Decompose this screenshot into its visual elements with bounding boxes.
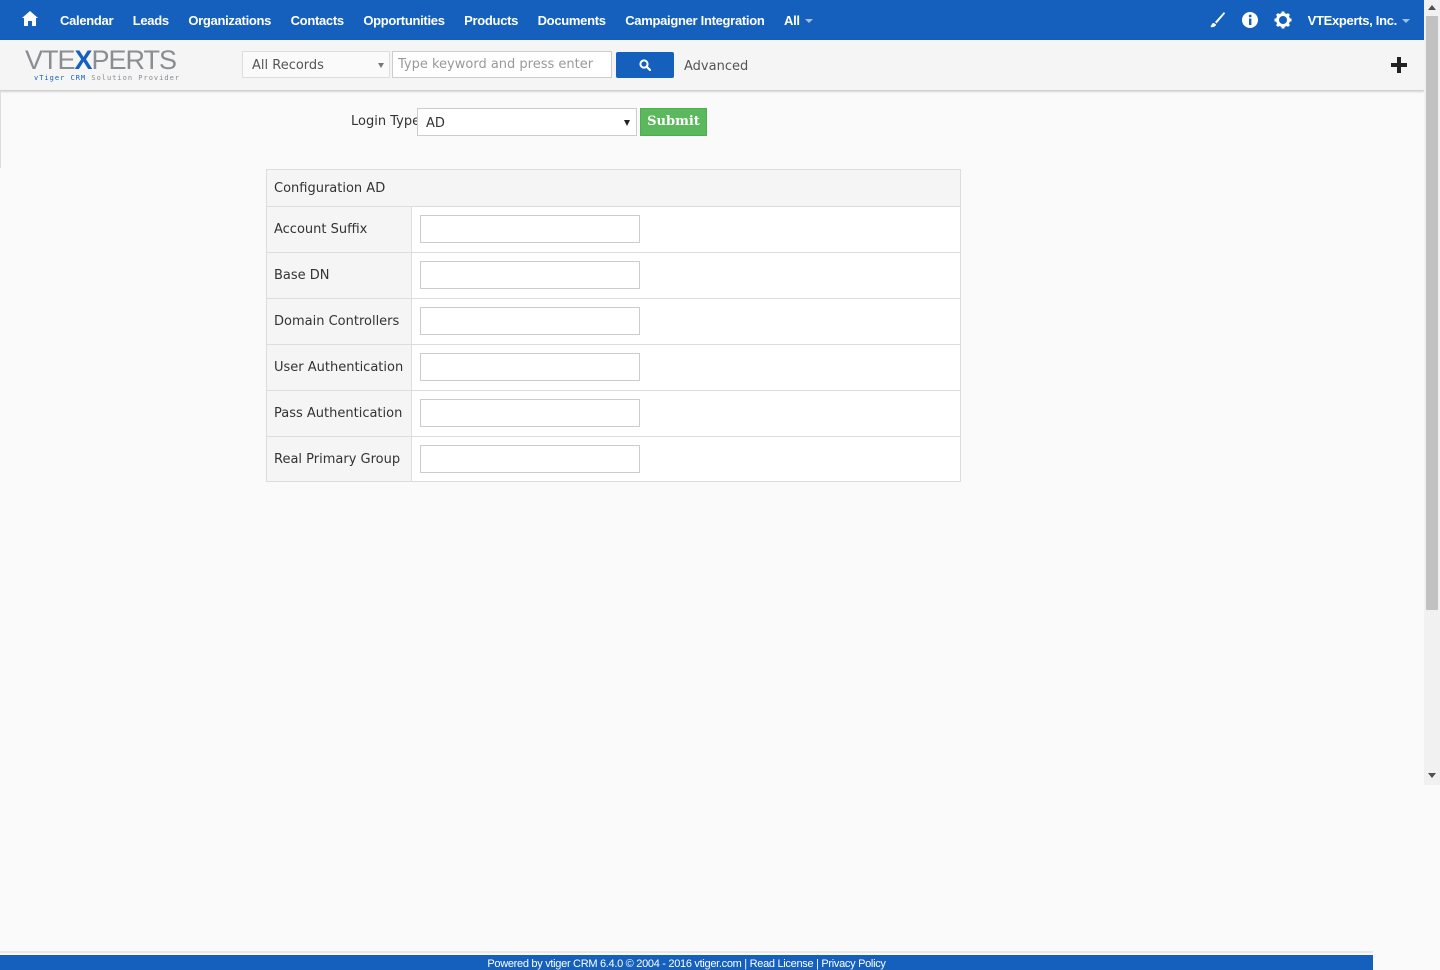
pass-authentication-input[interactable] — [420, 399, 640, 427]
nav-organizations[interactable]: Organizations — [188, 13, 271, 28]
scrollbar-thumb[interactable] — [1426, 16, 1438, 610]
account-suffix-input[interactable] — [420, 215, 640, 243]
user-authentication-input[interactable] — [420, 353, 640, 381]
header-bar: VTEXPERTS vTiger CRM Solution Provider A… — [0, 40, 1424, 91]
search-button[interactable] — [616, 52, 674, 78]
home-icon[interactable] — [20, 9, 40, 29]
table-row: Pass Authentication — [267, 391, 960, 437]
table-row: Real Primary Group — [267, 437, 960, 481]
login-type-value: AD — [426, 116, 445, 131]
user-name: VTExperts, Inc. — [1307, 12, 1398, 28]
configuration-table: Configuration AD Account Suffix Base DN … — [266, 169, 961, 482]
real-primary-group-input[interactable] — [420, 445, 640, 473]
login-type-select[interactable]: AD — [417, 108, 637, 136]
logo-tagline: vTiger CRM Solution Provider — [34, 74, 181, 82]
advanced-search-link[interactable]: Advanced — [684, 59, 748, 74]
pass-authentication-label: Pass Authentication — [267, 391, 412, 436]
table-row: Account Suffix — [267, 207, 960, 253]
table-row: Domain Controllers — [267, 299, 960, 345]
chevron-down-icon — [624, 120, 630, 126]
gear-icon[interactable] — [1274, 11, 1292, 29]
table-row: User Authentication — [267, 345, 960, 391]
scroll-up-arrow-icon[interactable] — [1428, 5, 1436, 10]
module-menu: Calendar Leads Organizations Contacts Op… — [60, 0, 832, 40]
nav-right-tools: VTExperts, Inc. — [1193, 0, 1410, 40]
search-scope-select[interactable]: All Records — [242, 51, 390, 78]
search-scope-value: All Records — [252, 58, 324, 73]
configuration-title: Configuration AD — [267, 170, 960, 207]
submit-button[interactable]: Submit — [640, 108, 707, 136]
nav-documents[interactable]: Documents — [538, 13, 606, 28]
nav-products[interactable]: Products — [464, 13, 518, 28]
footer-divider — [0, 951, 1373, 953]
domain-controllers-input[interactable] — [420, 307, 640, 335]
nav-campaigner-integration[interactable]: Campaigner Integration — [625, 13, 765, 28]
nav-opportunities[interactable]: Opportunities — [363, 13, 445, 28]
user-authentication-label: User Authentication — [267, 345, 412, 390]
brush-icon[interactable] — [1208, 11, 1226, 29]
nav-all-dropdown[interactable]: All — [784, 13, 813, 28]
search-icon — [639, 59, 651, 71]
domain-controllers-label: Domain Controllers — [267, 299, 412, 344]
user-menu[interactable]: VTExperts, Inc. — [1308, 13, 1410, 28]
sidebar-edge — [0, 91, 1, 168]
chevron-down-icon — [1402, 19, 1410, 24]
login-type-label: Login Type — [351, 114, 421, 129]
logo-wordmark: VTEXPERTS — [25, 45, 177, 75]
chevron-down-icon — [378, 63, 384, 68]
page-scrollbar[interactable] — [1424, 0, 1440, 970]
nav-all-label: All — [784, 12, 800, 28]
search-input[interactable] — [392, 51, 612, 78]
scroll-down-arrow-icon[interactable] — [1428, 773, 1436, 778]
company-logo[interactable]: VTEXPERTS vTiger CRM Solution Provider — [25, 46, 185, 86]
table-row: Base DN — [267, 253, 960, 299]
footer-text: Powered by vtiger CRM 6.4.0 © 2004 - 201… — [487, 958, 886, 970]
chevron-down-icon — [804, 19, 813, 24]
account-suffix-label: Account Suffix — [267, 207, 412, 252]
plus-icon[interactable] — [1390, 56, 1408, 74]
nav-leads[interactable]: Leads — [133, 13, 169, 28]
top-navigation: Calendar Leads Organizations Contacts Op… — [0, 0, 1424, 40]
footer-bar: Powered by vtiger CRM 6.4.0 © 2004 - 201… — [0, 955, 1373, 970]
nav-contacts[interactable]: Contacts — [291, 13, 345, 28]
base-dn-label: Base DN — [267, 253, 412, 298]
base-dn-input[interactable] — [420, 261, 640, 289]
nav-calendar[interactable]: Calendar — [60, 13, 114, 28]
info-icon[interactable] — [1241, 11, 1259, 29]
real-primary-group-label: Real Primary Group — [267, 437, 412, 481]
